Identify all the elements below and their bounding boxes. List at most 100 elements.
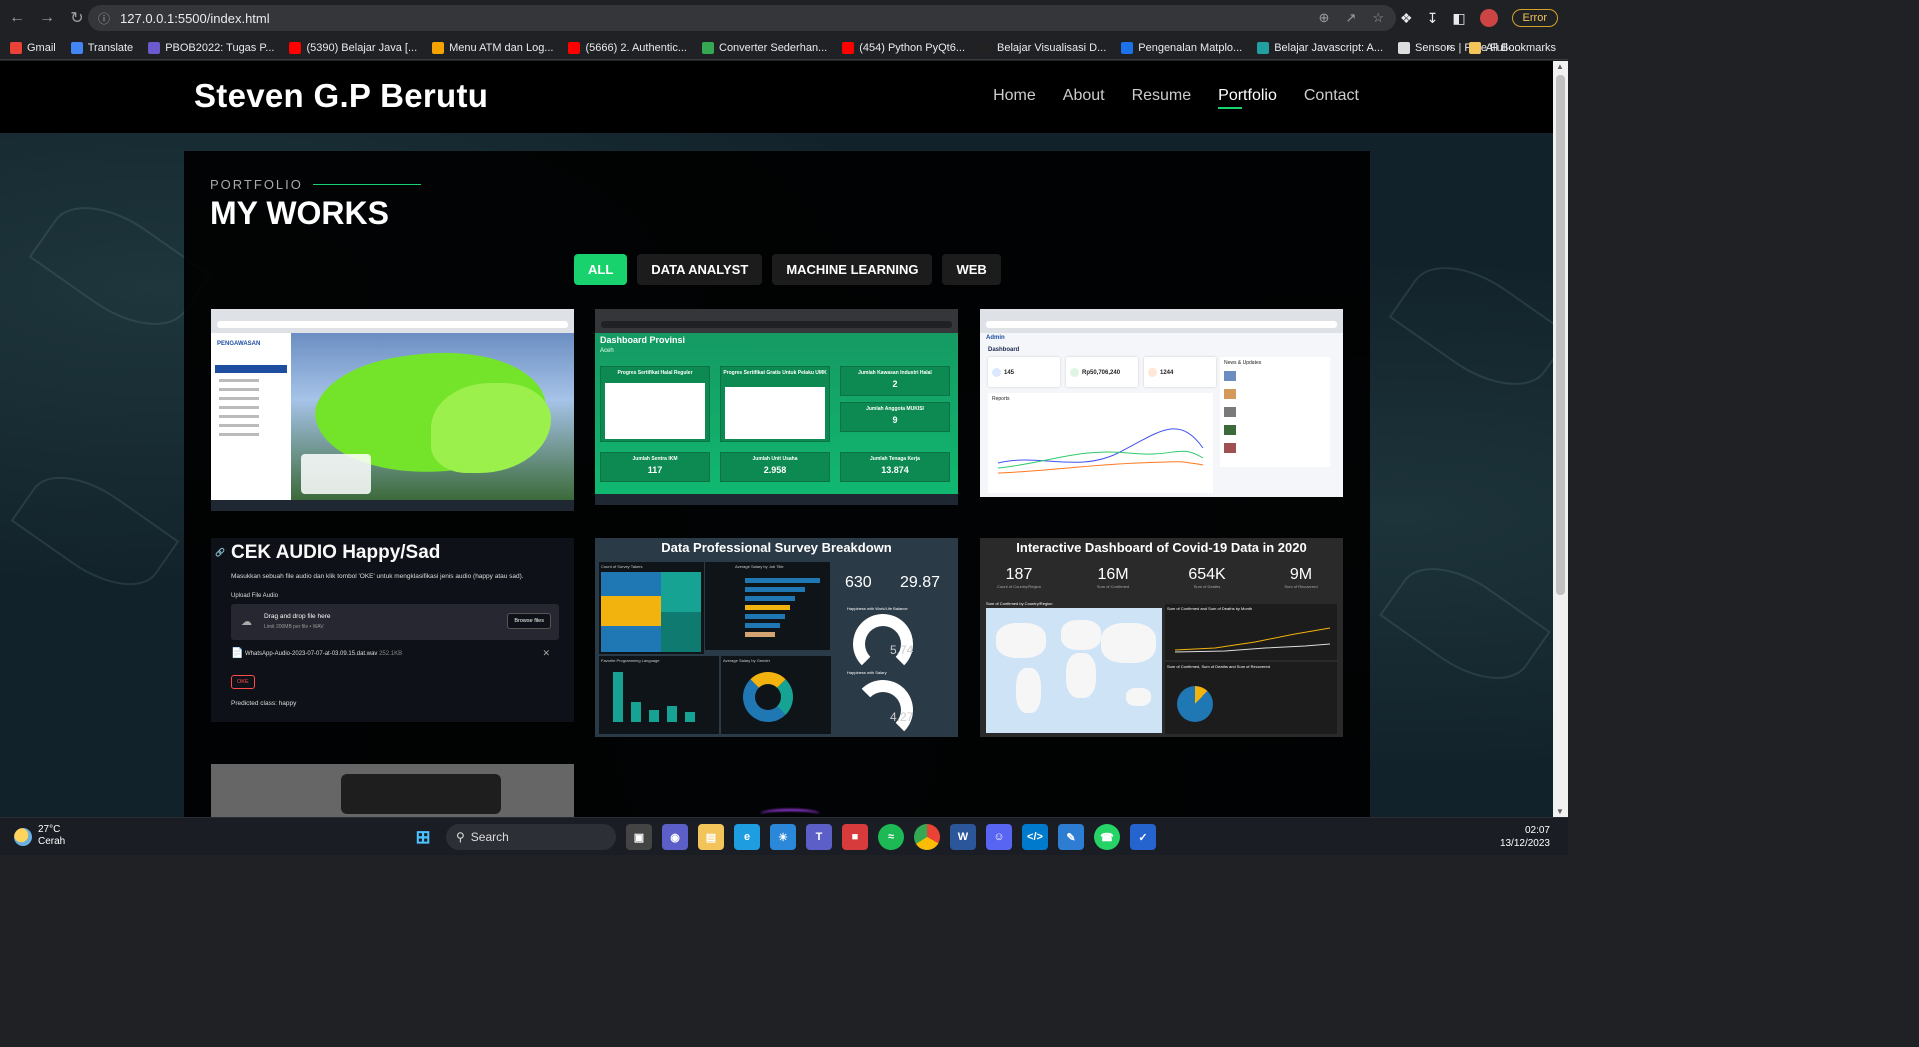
share-icon[interactable]: ↗	[1345, 10, 1356, 26]
bookmark-favicon-icon	[1257, 41, 1270, 54]
todo-icon[interactable]: ✓	[1130, 824, 1156, 850]
scroll-up-icon[interactable]: ▲	[1556, 62, 1564, 71]
error-button[interactable]: Error	[1511, 9, 1558, 27]
thumbnail-line-chart	[1174, 627, 1331, 653]
all-bookmarks-button[interactable]: All Bookmarks	[1468, 42, 1556, 54]
scrollbar-thumb[interactable]	[1556, 75, 1565, 595]
thumbnail-world-map	[986, 608, 1162, 733]
side-panel-icon[interactable]: ◧	[1452, 10, 1465, 27]
thumbnail-news-panel: News & Updates	[1220, 357, 1330, 467]
taskbar-search[interactable]: ⚲ Search	[446, 824, 616, 850]
leaf-decoration	[1379, 545, 1551, 702]
whatsapp-icon[interactable]: ☎	[1094, 824, 1120, 850]
bookmark-favicon-icon	[1398, 41, 1411, 54]
url-text: 127.0.0.1:5500/index.html	[120, 10, 270, 26]
windows-start-icon[interactable]: ⊞	[410, 824, 436, 850]
site-logo[interactable]: Steven G.P Berutu	[194, 77, 488, 115]
bookmark-favicon-icon	[70, 41, 83, 54]
scroll-down-icon[interactable]: ▼	[1556, 807, 1564, 816]
bookmark-favicon-icon	[10, 41, 22, 54]
bookmark-item[interactable]: Converter Sederhan...	[702, 41, 827, 54]
file-icon: 📄	[231, 648, 244, 659]
weather-app-icon[interactable]: ☀	[770, 824, 796, 850]
main-nav: Home About Resume Portfolio Contact	[993, 87, 1359, 109]
nav-resume[interactable]: Resume	[1132, 87, 1192, 105]
bookmark-star-icon[interactable]: ☆	[1372, 10, 1384, 26]
download-icon[interactable]: ↧	[1427, 10, 1439, 27]
app-red-icon[interactable]: ■	[842, 824, 868, 850]
nav-contact[interactable]: Contact	[1304, 87, 1359, 105]
bookmark-favicon-icon	[148, 41, 161, 54]
edge-icon[interactable]: e	[734, 824, 760, 850]
bookmark-item[interactable]: Menu ATM dan Log...	[432, 41, 553, 54]
teams-chat-icon[interactable]: ◉	[662, 824, 688, 850]
bookmark-favicon-icon	[432, 41, 445, 54]
bookmark-item[interactable]: (454) Python PyQt6...	[842, 41, 965, 54]
leaf-decoration	[10, 455, 180, 607]
portfolio-item-covid-dashboard[interactable]: Interactive Dashboard of Covid-19 Data i…	[980, 538, 1343, 737]
portfolio-item-audio-classifier[interactable]: 🔗 CEK AUDIO Happy/Sad Masukkan sebuah fi…	[211, 538, 574, 722]
zoom-icon[interactable]: ⊕	[1319, 10, 1330, 26]
address-bar[interactable]: ⓘ 127.0.0.1:5500/index.html ⊕ ↗ ☆	[88, 5, 1396, 31]
discord-icon[interactable]: ☺	[986, 824, 1012, 850]
bookmark-item[interactable]: Translate	[70, 41, 133, 54]
thumbnail-sidebar: PENGAWASAN	[211, 333, 291, 500]
section-label: PORTFOLIO	[210, 177, 421, 192]
back-icon[interactable]: ←	[4, 5, 30, 31]
leaf-decoration	[1388, 243, 1553, 409]
nav-home[interactable]: Home	[993, 87, 1036, 105]
folder-icon	[1468, 42, 1481, 54]
section-divider	[312, 184, 421, 185]
filter-web[interactable]: WEB	[942, 254, 1001, 285]
forward-icon[interactable]: →	[34, 5, 60, 31]
task-view-icon[interactable]: ▣	[626, 824, 652, 850]
search-icon: ⚲	[456, 830, 465, 844]
bookmark-item[interactable]: (5666) 2. Authentic...	[568, 41, 687, 54]
thumbnail-browser-chrome	[595, 309, 958, 333]
bookmark-item[interactable]: PBOB2022: Tugas P...	[148, 41, 274, 54]
page-scrollbar[interactable]: ▲ ▼	[1553, 61, 1568, 817]
bookmark-favicon-icon	[980, 41, 993, 54]
bookmark-favicon-icon	[568, 41, 581, 54]
portfolio-item-dashboard-provinsi[interactable]: Dashboard Provinsi Aceh Progres Sertifik…	[595, 309, 958, 505]
os-taskbar: 27°C Cerah ⊞ ⚲ Search ▣ ◉ ▤ e ☀ T ■ ≈ W ☺ …	[0, 817, 1568, 855]
bookmark-item[interactable]: Belajar Javascript: A...	[1257, 41, 1383, 54]
thumbnail-camera	[341, 774, 501, 814]
nav-about[interactable]: About	[1063, 87, 1105, 105]
portfolio-item-admin-dashboard[interactable]: Admin Dashboard 145 Rp50,706,240 1244 Re…	[980, 309, 1343, 497]
portfolio-item-pengawasan[interactable]: PENGAWASAN	[211, 309, 574, 511]
vscode-icon[interactable]: </>	[1022, 824, 1048, 850]
filter-data-analyst[interactable]: DATA ANALYST	[637, 254, 763, 285]
site-info-icon[interactable]: ⓘ	[98, 10, 110, 27]
bookmark-item[interactable]: (5390) Belajar Java [...	[289, 41, 417, 54]
word-icon[interactable]: W	[950, 824, 976, 850]
system-clock[interactable]: 02:07 13/12/2023	[1500, 824, 1550, 850]
more-bookmarks-button[interactable]: »	[1447, 42, 1453, 54]
profile-avatar[interactable]	[1479, 9, 1498, 27]
extensions-icon[interactable]: ❖	[1400, 10, 1413, 27]
bookmark-item[interactable]: Pengenalan Matplo...	[1121, 41, 1242, 54]
section-title: MY WORKS	[210, 195, 389, 231]
portfolio-section: PORTFOLIO MY WORKS ALL DATA ANALYST MACH…	[184, 151, 1370, 817]
reload-icon[interactable]: ↻	[64, 5, 90, 31]
filter-all[interactable]: ALL	[574, 254, 628, 285]
portfolio-item-camera[interactable]	[211, 764, 574, 817]
spotify-icon[interactable]: ≈	[878, 824, 904, 850]
bookmark-favicon-icon	[1121, 41, 1134, 54]
bookmark-item[interactable]: Belajar Visualisasi D...	[980, 41, 1106, 54]
paint-icon[interactable]: ✎	[1058, 824, 1084, 850]
file-explorer-icon[interactable]: ▤	[698, 824, 724, 850]
teams-icon[interactable]: T	[806, 824, 832, 850]
thumbnail-reports-chart: Reports	[988, 393, 1213, 493]
upload-dropzone: ☁ Drag and drop file here Limit 200MB pe…	[231, 604, 559, 640]
filter-machine-learning[interactable]: MACHINE LEARNING	[772, 254, 933, 285]
bookmarks-bar: Gmail Translate PBOB2022: Tugas P... (53…	[0, 36, 1568, 60]
nav-portfolio[interactable]: Portfolio	[1218, 87, 1277, 109]
site-header: Steven G.P Berutu Home About Resume Port…	[0, 61, 1553, 133]
close-icon: ✕	[542, 648, 550, 658]
bookmark-item[interactable]: Gmail	[10, 41, 56, 54]
weather-widget[interactable]: 27°C Cerah	[14, 824, 65, 848]
portfolio-item-survey-dashboard[interactable]: Data Professional Survey Breakdown Count…	[595, 538, 958, 737]
chrome-icon[interactable]	[914, 824, 940, 850]
browser-toolbar: ← → ↻ ⓘ 127.0.0.1:5500/index.html ⊕ ↗ ☆ …	[0, 0, 1568, 36]
